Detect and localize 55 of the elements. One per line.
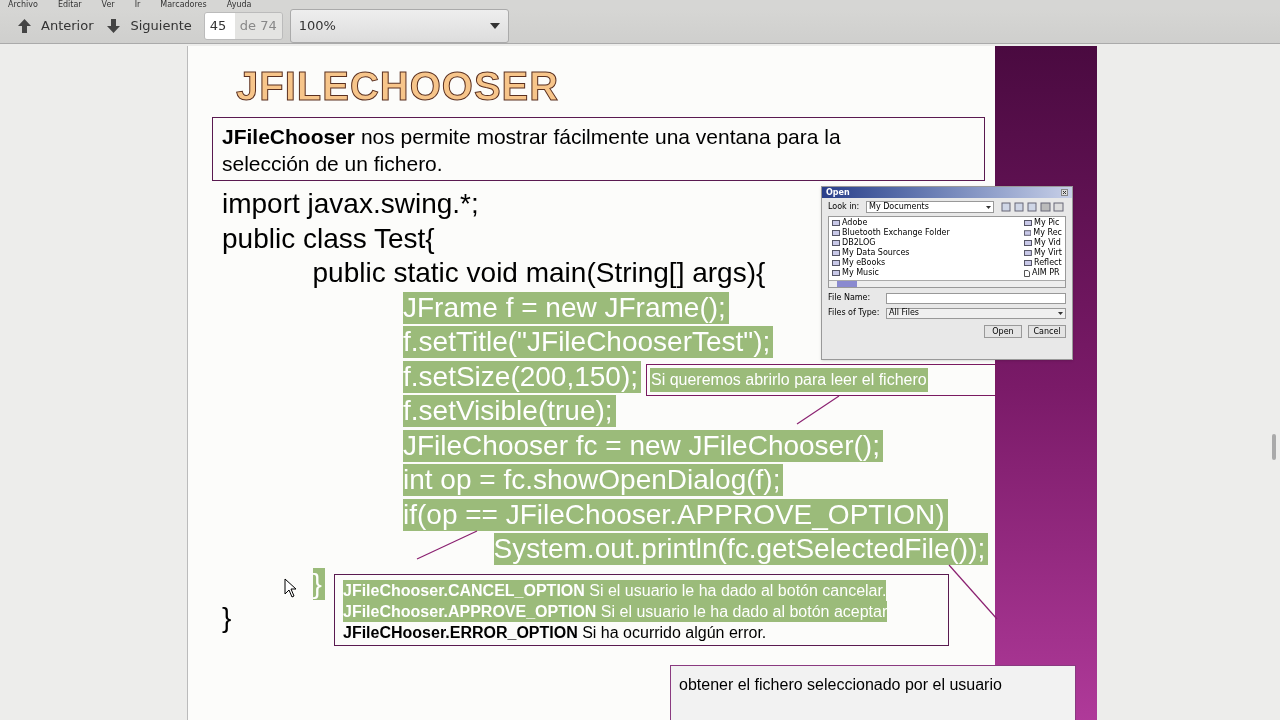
code-line: import javax.swing.*;: [222, 188, 479, 221]
scrollbar-thumb[interactable]: [1272, 434, 1276, 460]
file-type-label: Files of Type:: [828, 307, 881, 319]
leader-line: [796, 395, 840, 425]
file-name[interactable]: My Data Sources: [842, 248, 910, 258]
zoom-dropdown[interactable]: 100%: [289, 9, 509, 43]
close-icon[interactable]: [1061, 189, 1068, 196]
intro-text: JFileChooser nos permite mostrar fácilmente una ventana para la selección de un fichero.: [222, 124, 842, 177]
look-in-dropdown[interactable]: My Documents: [866, 201, 994, 213]
dialog-button[interactable]: Cancel: [1028, 325, 1066, 338]
file-name-label: File Name:: [828, 292, 872, 304]
previous-button[interactable]: Anterior: [18, 11, 108, 41]
file-name[interactable]: DB2LOG: [842, 238, 876, 248]
file-name[interactable]: Bluetooth Exchange Folder: [842, 228, 950, 238]
file-name[interactable]: My Virt: [1033, 248, 1062, 258]
file-name[interactable]: Reflect: [1034, 258, 1062, 268]
file-name-field[interactable]: [886, 292, 1066, 304]
file-name[interactable]: My Rec: [1033, 228, 1062, 238]
leader-line: [416, 530, 478, 560]
option-description: JFileChooser.APPROVE_OPTION Si el usuario le ha dado al botón aceptar: [343, 601, 888, 622]
horizontal-scrollbar[interactable]: [829, 280, 1065, 287]
slide-title: JFILECHOOSER: [236, 64, 561, 108]
dialog-button[interactable]: Open: [984, 325, 1022, 338]
mouse-cursor-icon: [284, 578, 297, 598]
file-name[interactable]: My Music: [842, 268, 879, 278]
menu-item[interactable]: Ir: [134, 0, 141, 9]
next-button[interactable]: Siguiente: [107, 11, 204, 41]
menu-item[interactable]: Ver: [101, 0, 115, 9]
dialog-title: Open: [826, 187, 850, 198]
option-description: JFileChooser.CANCEL_OPTION Si el usuario le ha dado al botón cancelar.: [343, 580, 887, 601]
file-name[interactable]: My Vid: [1034, 238, 1061, 248]
file-name[interactable]: AIM PR: [1032, 268, 1060, 278]
code-line: public class Test{: [222, 222, 435, 255]
menu-item[interactable]: Archivo: [8, 0, 38, 9]
file-name[interactable]: Adobe: [842, 218, 868, 228]
callout-text: Si queremos abrirlo para leer el fichero: [650, 368, 928, 392]
file-type-dropdown[interactable]: All Files: [886, 307, 1066, 319]
caret-icon: [1058, 311, 1063, 315]
file-name[interactable]: My eBooks: [842, 258, 886, 268]
down-arrow-icon: [107, 19, 121, 33]
look-in-label: Look in:: [828, 201, 861, 213]
option-description: JFileCHooser.ERROR_OPTION Si ha ocurrido algún error.: [343, 623, 767, 643]
menu-item[interactable]: Ayuda: [226, 0, 252, 9]
leader-line: [948, 564, 998, 620]
up-arrow-icon: [18, 19, 31, 33]
file-name[interactable]: My Pic: [1034, 218, 1060, 228]
caret-icon: [489, 23, 500, 29]
toolbar-icons[interactable]: [998, 202, 1066, 212]
caret-icon: [986, 205, 991, 209]
callout-text: obtener el fichero seleccionado por el usuario: [679, 676, 1002, 693]
menu-item[interactable]: Editar: [57, 0, 82, 9]
file-icon: [1024, 269, 1030, 277]
menu-item[interactable]: Marcadores: [160, 0, 207, 9]
code-line: }: [222, 602, 232, 635]
code-line: public static void main(String[] args){: [312, 257, 766, 290]
